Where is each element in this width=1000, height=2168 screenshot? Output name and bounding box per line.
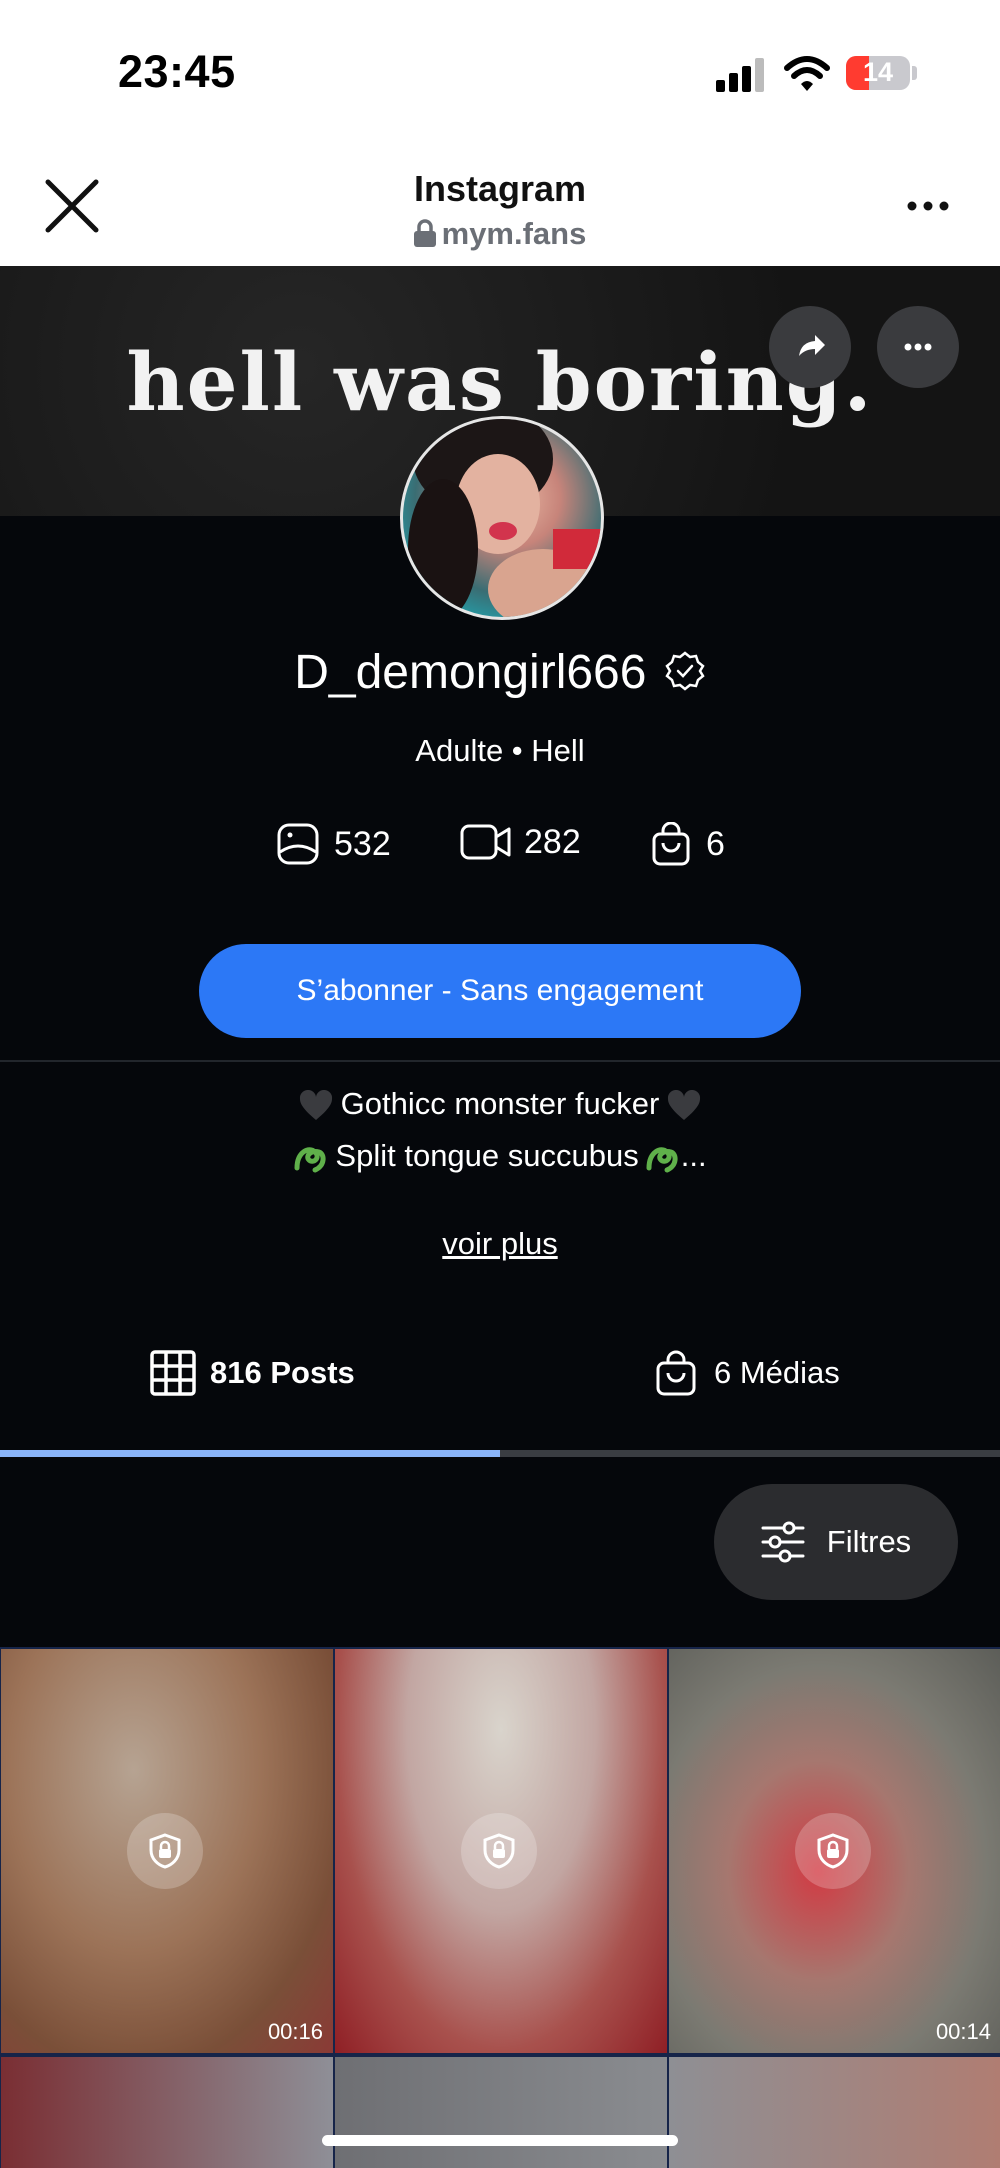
- share-button[interactable]: [769, 306, 851, 388]
- browser-title: Instagram: [413, 168, 587, 209]
- shopping-bag-icon: [656, 1350, 696, 1396]
- wifi-icon: [784, 56, 830, 91]
- media-duration: 00:14: [935, 2019, 991, 2044]
- snake-icon: [646, 1147, 678, 1173]
- profile-more-button[interactable]: [877, 306, 959, 388]
- bio-line-2: Split tongue succubus ...: [0, 1138, 1000, 1174]
- sliders-icon: [761, 1521, 805, 1563]
- profile-name-text: D_demongirl666: [294, 646, 647, 699]
- bio-line-1: Gothicc monster fucker: [0, 1086, 1000, 1122]
- share-icon: [799, 335, 825, 356]
- profile-subtitle: Adulte • Hell: [415, 733, 585, 768]
- locked-media-button[interactable]: [461, 1813, 537, 1889]
- divider: [0, 1060, 1000, 1062]
- profile-name: D_demongirl666: [0, 645, 1000, 700]
- filters-button[interactable]: Filtres: [714, 1484, 958, 1600]
- bio-line-1-text: Gothicc monster fucker: [340, 1086, 660, 1121]
- battery-cap: [912, 66, 917, 80]
- media-duration: 00:16: [267, 2019, 323, 2044]
- verified-icon: [665, 651, 705, 691]
- battery-level: 14: [862, 57, 894, 87]
- avatar-image: [408, 419, 601, 617]
- black-heart-icon: [668, 1089, 701, 1120]
- locked-media-button[interactable]: [795, 1813, 871, 1889]
- bio-line-2-text: Split tongue succubus: [335, 1138, 639, 1173]
- stat-photos-count: 532: [334, 824, 391, 863]
- media-tile[interactable]: 00:14: [667, 1647, 1000, 2055]
- more-icon: [904, 343, 932, 351]
- shield-lock-icon: [817, 1833, 849, 1869]
- media-tile[interactable]: [0, 2055, 335, 2168]
- snake-icon: [294, 1147, 326, 1173]
- browser-url-text: mym.fans: [441, 216, 587, 251]
- battery-icon: 14: [846, 56, 910, 90]
- see-more-link[interactable]: voir plus: [0, 1226, 1000, 1262]
- browser-more-icon[interactable]: [906, 200, 950, 212]
- media-tile[interactable]: [333, 1647, 669, 2055]
- shopping-bag-icon: [652, 822, 690, 866]
- shield-lock-icon: [149, 1833, 181, 1869]
- tab-medias[interactable]: 6 Médias: [656, 1348, 840, 1398]
- media-tile[interactable]: 00:16: [0, 1647, 335, 2055]
- tab-posts-label: 816 Posts: [210, 1355, 355, 1390]
- stat-medias: 6: [652, 822, 725, 866]
- tab-medias-label: 6 Médias: [714, 1355, 840, 1390]
- photo-icon: [277, 823, 319, 865]
- video-icon: [460, 824, 511, 860]
- shield-lock-icon: [483, 1833, 515, 1869]
- locked-media-button[interactable]: [127, 1813, 203, 1889]
- black-heart-icon: [299, 1089, 332, 1120]
- stat-medias-count: 6: [706, 824, 725, 863]
- bio-ellipsis: ...: [680, 1138, 707, 1173]
- stat-photos: 532: [276, 822, 391, 866]
- cellular-signal-icon: [716, 58, 764, 92]
- browser-url[interactable]: mym.fans: [0, 216, 1000, 252]
- stat-videos-count: 282: [524, 822, 581, 861]
- lock-icon: [413, 219, 436, 247]
- avatar[interactable]: [400, 416, 604, 620]
- home-indicator: [322, 2135, 678, 2146]
- tab-posts[interactable]: 816 Posts: [150, 1348, 355, 1398]
- tab-active-indicator: [0, 1450, 500, 1457]
- subscribe-button[interactable]: S’abonner - Sans engagement: [199, 944, 801, 1038]
- media-tile[interactable]: [667, 2055, 1000, 2168]
- filters-label: Filtres: [826, 1524, 912, 1559]
- grid-icon: [150, 1350, 196, 1396]
- media-tile[interactable]: [333, 2055, 669, 2168]
- stat-videos: 282: [460, 822, 581, 862]
- status-time: 23:45: [118, 46, 236, 97]
